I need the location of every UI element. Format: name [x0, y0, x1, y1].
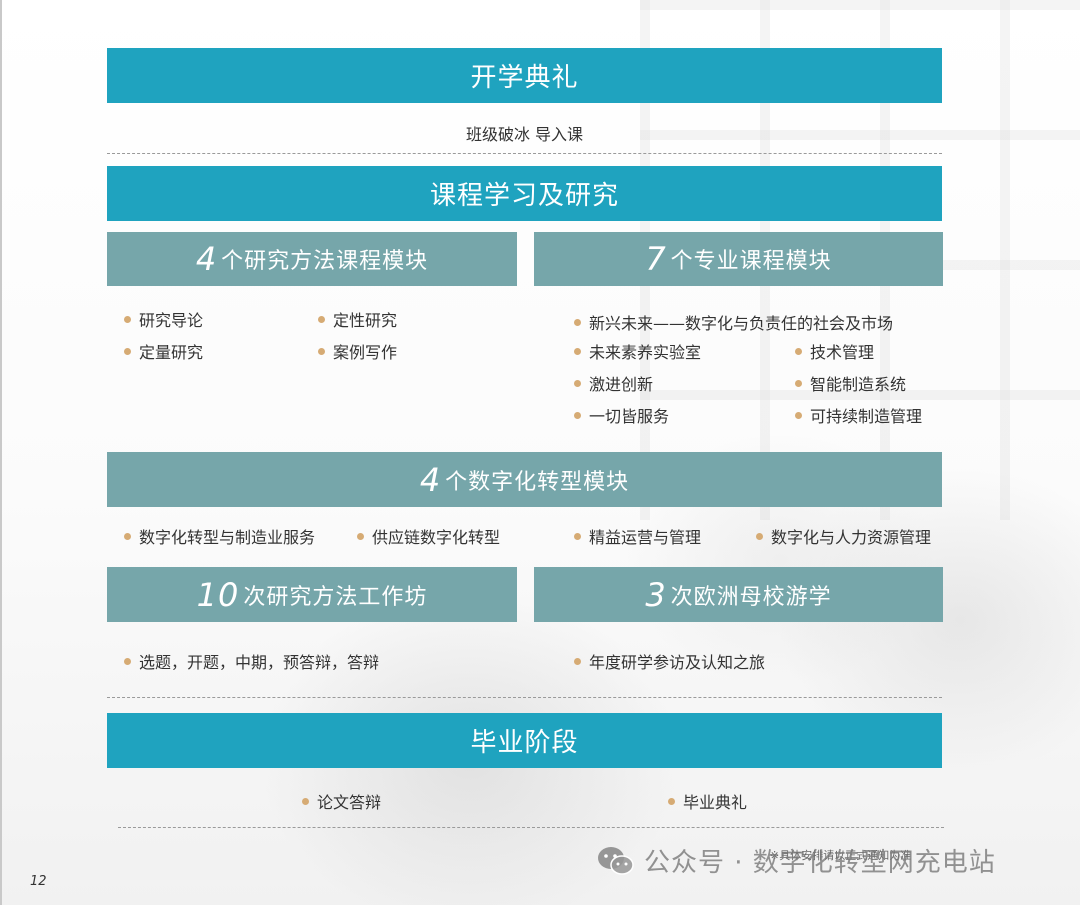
list-item: 选题，开题，中期，预答辩，答辩 — [124, 649, 379, 673]
bullet-dot — [795, 347, 802, 355]
divider-opening — [107, 153, 942, 154]
bullet-dot — [357, 532, 364, 540]
watermark: 公众号 · 数字化转型网充电站 — [596, 842, 996, 879]
list-item: 智能制造系统 — [795, 371, 906, 395]
bullet-dot — [574, 657, 581, 665]
list-item: 案例写作 — [318, 339, 397, 363]
opening-ceremony-bar: 开学典礼 — [107, 48, 942, 103]
bullet-dot — [124, 315, 131, 323]
watermark-text: 公众号 · 数字化转型网充电站 — [644, 848, 996, 878]
digital-module-count: 4 — [419, 460, 442, 499]
list-item: 数字化转型与制造业服务 — [124, 524, 315, 548]
list-item: 研究导论 — [124, 307, 203, 331]
course-study-title: 课程学习及研究 — [429, 181, 619, 211]
workshop-count: 10 — [196, 575, 240, 614]
digital-module-label: 个数字化转型模块 — [445, 469, 630, 495]
bullet-dot — [318, 347, 325, 355]
research-module-count: 4 — [195, 240, 218, 278]
list-item: 毕业典礼 — [668, 789, 747, 813]
divider-graduation — [118, 827, 944, 828]
bullet-dot — [124, 532, 131, 540]
graduation-bar: 毕业阶段 — [107, 713, 942, 768]
workshop-label: 次研究方法工作坊 — [243, 584, 428, 610]
graduation-title: 毕业阶段 — [470, 728, 579, 758]
list-item: 技术管理 — [795, 339, 874, 363]
bullet-dot — [124, 657, 131, 665]
bullet-dot — [668, 797, 675, 805]
professional-module-label: 个专业课程模块 — [670, 249, 832, 274]
workshop-bar: 10 次研究方法工作坊 — [107, 567, 517, 622]
list-item: 定性研究 — [318, 307, 397, 331]
list-item: 数字化与人力资源管理 — [756, 524, 931, 548]
professional-module-bar: 7 个专业课程模块 — [534, 232, 943, 286]
bullet-dot — [574, 379, 581, 387]
list-item: 新兴未来——数字化与负责任的社会及市场 — [574, 310, 893, 334]
list-item: 一切皆服务 — [574, 403, 669, 427]
divider-study — [107, 697, 942, 698]
bullet-dot — [574, 347, 581, 355]
professional-module-count: 7 — [645, 240, 667, 278]
bullet-dot — [795, 411, 802, 419]
list-item: 激进创新 — [574, 371, 653, 395]
bullet-dot — [124, 347, 131, 355]
research-module-label: 个研究方法课程模块 — [221, 249, 429, 274]
bullet-dot — [574, 411, 581, 419]
list-item: 未来素养实验室 — [574, 339, 701, 363]
list-item: 定量研究 — [124, 339, 203, 363]
bullet-dot — [795, 379, 802, 387]
bullet-dot — [318, 315, 325, 323]
wechat-icon — [598, 846, 634, 875]
europe-tour-bar: 3 次欧洲母校游学 — [534, 567, 943, 622]
research-module-bar: 4 个研究方法课程模块 — [107, 232, 517, 286]
opening-ceremony-title: 开学典礼 — [470, 63, 579, 93]
list-item: 供应链数字化转型 — [357, 524, 500, 548]
list-item: 精益运营与管理 — [574, 524, 701, 548]
bullet-dot — [302, 797, 309, 805]
page-number: 12 — [30, 874, 47, 889]
list-item: 可持续制造管理 — [795, 403, 922, 427]
opening-subtitle: 班级破冰 导入课 — [465, 125, 584, 144]
bullet-dot — [574, 318, 581, 326]
digital-module-bar: 4 个数字化转型模块 — [107, 452, 942, 507]
list-item: 年度研学参访及认知之旅 — [574, 649, 765, 673]
course-study-bar: 课程学习及研究 — [107, 166, 942, 221]
bullet-dot — [756, 532, 763, 540]
bullet-dot — [574, 532, 581, 540]
page-edge — [0, 0, 2, 905]
europe-tour-label: 次欧洲母校游学 — [670, 584, 832, 610]
europe-tour-count: 3 — [645, 575, 667, 614]
list-item: 论文答辩 — [302, 789, 381, 813]
